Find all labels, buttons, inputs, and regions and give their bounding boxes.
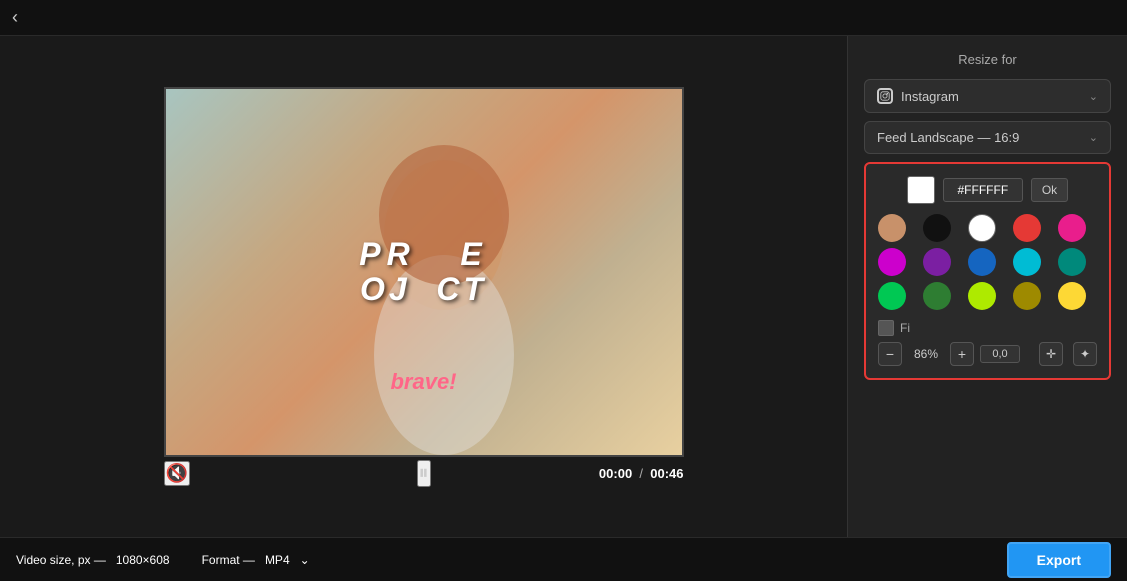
time-display: 00:00 / 00:46	[599, 466, 684, 481]
video-thumbnail: PR E OJ CT brave!	[166, 89, 682, 455]
white-color-swatch[interactable]	[907, 176, 935, 204]
color-swatch-pink[interactable]	[1058, 214, 1086, 242]
hex-row: Ok	[878, 176, 1097, 204]
right-panel: Resize for Instagram ⌄ Feed Landscape — …	[847, 36, 1127, 537]
color-swatch-cyan[interactable]	[1013, 248, 1041, 276]
hex-input[interactable]	[943, 178, 1023, 202]
zoom-in-button[interactable]: +	[950, 342, 974, 366]
total-duration: 00:46	[650, 466, 683, 481]
bottom-info: Video size, px — 1080×608 Format — MP4 ⌄	[16, 553, 310, 567]
current-time: 00:00	[599, 466, 632, 481]
color-swatch-magenta[interactable]	[878, 248, 906, 276]
video-size-value: 1080×608	[116, 553, 170, 567]
video-size-label: Video size, px —	[16, 553, 106, 567]
format-info: Format — MP4 ⌄	[202, 553, 310, 567]
format-label-bottom: Format —	[202, 553, 255, 567]
color-swatch-lime[interactable]	[968, 282, 996, 310]
platform-dropdown[interactable]: Instagram ⌄	[864, 79, 1111, 113]
color-grid	[878, 214, 1097, 310]
format-chevron-icon: ⌄	[1089, 131, 1098, 144]
video-panel: PR E OJ CT brave! 🔇 ⏸ 00:00 / 00:46	[0, 36, 847, 537]
bottom-bar: Video size, px — 1080×608 Format — MP4 ⌄…	[0, 537, 1127, 581]
color-swatch-teal[interactable]	[1058, 248, 1086, 276]
zoom-controls: − 86% + ✛ ✦	[878, 342, 1097, 366]
fill-label: Fi	[900, 321, 910, 335]
platform-chevron-icon: ⌄	[1089, 90, 1098, 103]
format-label: Feed Landscape — 16:9	[877, 130, 1019, 145]
platform-label: Instagram	[901, 89, 959, 104]
main-content: PR E OJ CT brave! 🔇 ⏸ 00:00 / 00:46 Resi…	[0, 36, 1127, 537]
play-pause-button[interactable]: ⏸	[417, 460, 431, 487]
color-swatch-olive[interactable]	[1013, 282, 1041, 310]
color-swatch-yellow[interactable]	[1058, 282, 1086, 310]
format-dropdown[interactable]: Feed Landscape — 16:9 ⌄	[864, 121, 1111, 154]
video-controls-row: 🔇 ⏸ 00:00 / 00:46	[164, 461, 684, 486]
instagram-icon	[877, 88, 893, 104]
color-swatch-black[interactable]	[923, 214, 951, 242]
color-swatch-white2[interactable]	[968, 214, 996, 242]
resize-label: Resize for	[864, 52, 1111, 67]
export-button[interactable]: Export	[1007, 542, 1111, 578]
format-chevron-icon-bottom[interactable]: ⌄	[300, 553, 310, 567]
color-swatch-green1[interactable]	[878, 282, 906, 310]
color-picker-panel: Ok	[864, 162, 1111, 380]
ok-button[interactable]: Ok	[1031, 178, 1068, 202]
transform-button[interactable]: ✦	[1073, 342, 1097, 366]
color-swatch-red[interactable]	[1013, 214, 1041, 242]
format-value: MP4	[265, 553, 290, 567]
video-size-info: Video size, px — 1080×608	[16, 553, 170, 567]
color-swatch-skin[interactable]	[878, 214, 906, 242]
zoom-out-button[interactable]: −	[878, 342, 902, 366]
fill-checkbox[interactable]	[878, 320, 894, 336]
color-swatch-purple[interactable]	[923, 248, 951, 276]
mute-button[interactable]: 🔇	[164, 461, 190, 486]
top-bar: ‹	[0, 0, 1127, 36]
back-button[interactable]: ‹	[12, 7, 18, 28]
video-preview: PR E OJ CT brave!	[164, 87, 684, 457]
color-swatch-green2[interactable]	[923, 282, 951, 310]
color-swatch-blue[interactable]	[968, 248, 996, 276]
coordinates-input[interactable]	[980, 345, 1020, 363]
project-text-overlay: PR E OJ CT	[166, 237, 682, 307]
fill-row: Fi	[878, 320, 1097, 336]
brave-text-overlay: brave!	[390, 369, 456, 395]
move-button[interactable]: ✛	[1039, 342, 1063, 366]
zoom-percent: 86%	[908, 347, 944, 361]
